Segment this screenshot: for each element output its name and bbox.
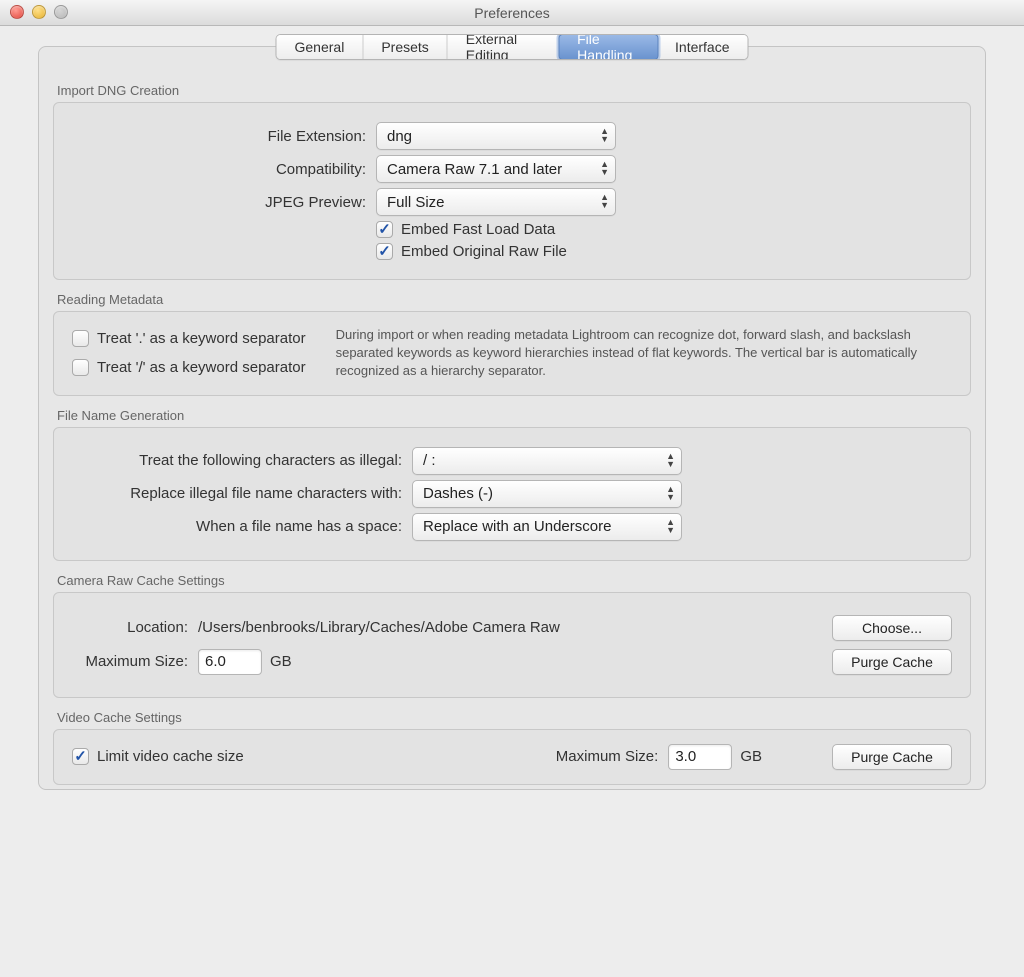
video-cache-section: Limit video cache size Maximum Size: GB … [53, 729, 971, 785]
replace-chars-select[interactable]: Dashes (-) ▲▼ [412, 480, 682, 508]
reading-metadata-description: During import or when reading metadata L… [336, 326, 952, 381]
tab-external-editing[interactable]: External Editing [448, 35, 559, 59]
video-cache-max-size-unit: GB [740, 748, 762, 765]
video-cache-max-size-input[interactable] [668, 744, 732, 770]
embed-fast-load-label: Embed Fast Load Data [401, 221, 555, 238]
cache-max-size-label: Maximum Size: [72, 653, 198, 670]
limit-video-cache-label: Limit video cache size [97, 748, 244, 765]
chevron-up-down-icon: ▲▼ [666, 452, 675, 468]
cache-location-value: /Users/benbrooks/Library/Caches/Adobe Ca… [198, 619, 832, 636]
compatibility-value: Camera Raw 7.1 and later [387, 161, 562, 178]
file-extension-select[interactable]: dng ▲▼ [376, 122, 616, 150]
tab-file-handling[interactable]: File Handling [558, 34, 658, 60]
space-handling-value: Replace with an Underscore [423, 518, 611, 535]
tab-bar: General Presets External Editing File Ha… [276, 34, 749, 60]
replace-chars-value: Dashes (-) [423, 485, 493, 502]
purge-video-cache-button[interactable]: Purge Cache [832, 744, 952, 770]
jpeg-preview-label: JPEG Preview: [72, 194, 376, 211]
limit-video-cache-checkbox[interactable] [72, 748, 89, 765]
zoom-window-button[interactable] [54, 5, 68, 19]
window-title: Preferences [474, 5, 549, 21]
minimize-window-button[interactable] [32, 5, 46, 19]
import-dng-section: File Extension: dng ▲▼ Compatibility: Ca… [53, 102, 971, 280]
title-bar: Preferences [0, 0, 1024, 26]
tab-interface[interactable]: Interface [657, 35, 747, 59]
chevron-up-down-icon: ▲▼ [666, 485, 675, 501]
chevron-up-down-icon: ▲▼ [666, 518, 675, 534]
file-extension-label: File Extension: [72, 128, 376, 145]
illegal-chars-value: / : [423, 452, 436, 469]
file-extension-value: dng [387, 128, 412, 145]
camera-cache-section: Location: /Users/benbrooks/Library/Cache… [53, 592, 971, 698]
purge-cache-button[interactable]: Purge Cache [832, 649, 952, 675]
tab-general[interactable]: General [277, 35, 364, 59]
space-handling-label: When a file name has a space: [72, 518, 412, 535]
preferences-panel: General Presets External Editing File Ha… [38, 46, 986, 790]
cache-max-size-unit: GB [270, 653, 292, 670]
treat-dot-label: Treat '.' as a keyword separator [97, 330, 306, 347]
file-name-generation-section: Treat the following characters as illega… [53, 427, 971, 561]
import-dng-heading: Import DNG Creation [57, 83, 971, 98]
replace-chars-label: Replace illegal file name characters wit… [72, 485, 412, 502]
embed-original-raw-label: Embed Original Raw File [401, 243, 567, 260]
camera-cache-heading: Camera Raw Cache Settings [57, 573, 971, 588]
treat-slash-label: Treat '/' as a keyword separator [97, 359, 306, 376]
jpeg-preview-value: Full Size [387, 194, 445, 211]
reading-metadata-heading: Reading Metadata [57, 292, 971, 307]
jpeg-preview-select[interactable]: Full Size ▲▼ [376, 188, 616, 216]
treat-dot-checkbox[interactable] [72, 330, 89, 347]
file-name-generation-heading: File Name Generation [57, 408, 971, 423]
chevron-up-down-icon: ▲▼ [600, 193, 609, 209]
chevron-up-down-icon: ▲▼ [600, 160, 609, 176]
video-cache-heading: Video Cache Settings [57, 710, 971, 725]
space-handling-select[interactable]: Replace with an Underscore ▲▼ [412, 513, 682, 541]
compatibility-label: Compatibility: [72, 161, 376, 178]
tab-presets[interactable]: Presets [363, 35, 447, 59]
illegal-chars-label: Treat the following characters as illega… [72, 452, 412, 469]
choose-cache-location-button[interactable]: Choose... [832, 615, 952, 641]
video-cache-max-size-label: Maximum Size: [556, 748, 659, 765]
close-window-button[interactable] [10, 5, 24, 19]
chevron-up-down-icon: ▲▼ [600, 127, 609, 143]
reading-metadata-section: Treat '.' as a keyword separator Treat '… [53, 311, 971, 396]
cache-location-label: Location: [72, 619, 198, 636]
cache-max-size-input[interactable] [198, 649, 262, 675]
treat-slash-checkbox[interactable] [72, 359, 89, 376]
traffic-lights [10, 5, 68, 19]
embed-fast-load-checkbox[interactable] [376, 221, 393, 238]
compatibility-select[interactable]: Camera Raw 7.1 and later ▲▼ [376, 155, 616, 183]
embed-original-raw-checkbox[interactable] [376, 243, 393, 260]
illegal-chars-select[interactable]: / : ▲▼ [412, 447, 682, 475]
